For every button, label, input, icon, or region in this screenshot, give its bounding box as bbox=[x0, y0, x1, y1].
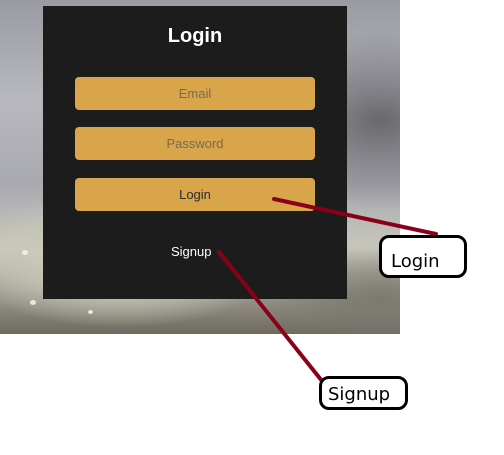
login-button[interactable]: Login bbox=[75, 178, 315, 211]
signup-link[interactable]: Signup bbox=[171, 244, 211, 259]
email-field[interactable] bbox=[75, 77, 315, 110]
login-title: Login bbox=[167, 25, 223, 47]
password-field[interactable] bbox=[75, 127, 315, 160]
login-panel: Login Login Signup bbox=[43, 6, 347, 299]
screenshot: Login Login Signup Login Signup bbox=[0, 0, 504, 455]
signup-callout: Signup bbox=[319, 376, 408, 410]
login-callout: Login bbox=[379, 235, 467, 278]
